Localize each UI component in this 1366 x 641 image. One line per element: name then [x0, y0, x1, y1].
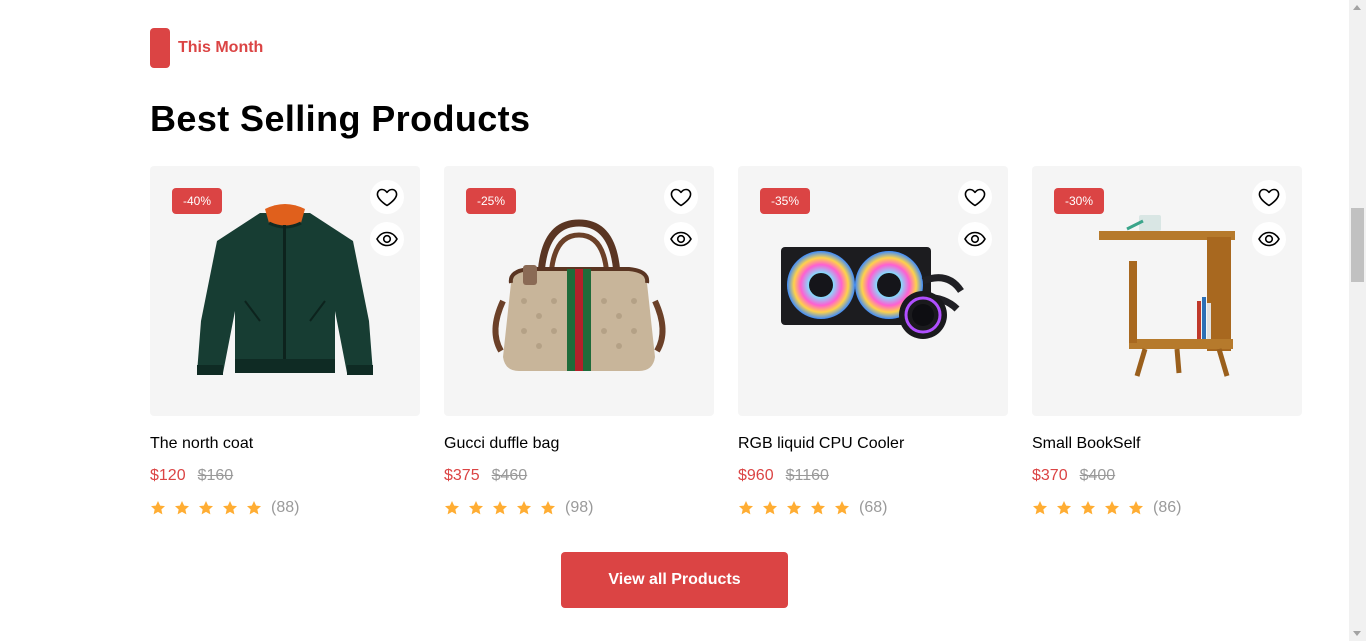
product-rating: (86)	[1032, 498, 1181, 518]
review-count: (68)	[859, 499, 888, 516]
section-tag-label: This Month	[178, 39, 264, 56]
product-media[interactable]: -40%	[150, 166, 420, 416]
star-icon	[1129, 501, 1143, 515]
star-icon	[493, 501, 507, 515]
star-icon	[469, 501, 483, 515]
star-icon	[223, 501, 237, 515]
view-all-products-button[interactable]: View all Products	[561, 552, 788, 608]
green-bomber-jacket-image	[197, 204, 373, 375]
product-price: $370	[1032, 467, 1068, 484]
best-selling-section: This Month Best Selling Products -40% Th…	[0, 0, 1349, 641]
cpu-cooler-image	[781, 247, 964, 339]
star-icon	[175, 501, 189, 515]
scroll-down-arrow-icon[interactable]	[1353, 631, 1361, 636]
star-icon	[541, 501, 555, 515]
duffle-bag-image	[492, 219, 666, 371]
product-name[interactable]: RGB liquid CPU Cooler	[738, 434, 904, 454]
product-rating: (98)	[444, 498, 593, 518]
star-icon	[787, 501, 801, 515]
star-icon	[1057, 501, 1071, 515]
section-tag-bar	[150, 28, 170, 68]
star-icon	[1033, 501, 1047, 515]
product-media[interactable]: -30%	[1032, 166, 1302, 416]
product-price: $375	[444, 467, 480, 484]
section-title: Best Selling Products	[150, 98, 531, 139]
product-name[interactable]: Small BookSelf	[1032, 434, 1141, 454]
star-icon	[835, 501, 849, 515]
scrollbar-thumb[interactable]	[1351, 208, 1364, 282]
vertical-scrollbar[interactable]	[1349, 0, 1366, 641]
product-rating: (68)	[738, 498, 887, 518]
product-old-price: $1160	[785, 467, 829, 484]
star-icon	[1105, 501, 1119, 515]
star-icon	[811, 501, 825, 515]
product-prices: $375 $460	[444, 466, 527, 486]
bookshelf-image	[1099, 215, 1235, 377]
star-icon	[247, 501, 261, 515]
product-media[interactable]: -25%	[444, 166, 714, 416]
scroll-up-arrow-icon[interactable]	[1353, 5, 1361, 10]
star-icon	[763, 501, 777, 515]
star-icon	[517, 501, 531, 515]
product-prices: $960 $1160	[738, 466, 829, 486]
product-card[interactable]: -30% Small BookSelf $370 $400 (86)	[1032, 166, 1302, 516]
review-count: (86)	[1153, 499, 1182, 516]
review-count: (88)	[271, 499, 300, 516]
product-card[interactable]: -25% Gucci duffle bag $375 $460 (98)	[444, 166, 714, 516]
star-icon	[151, 501, 165, 515]
product-price: $960	[738, 467, 774, 484]
star-icon	[1081, 501, 1095, 515]
star-icon	[739, 501, 753, 515]
product-rating: (88)	[150, 498, 299, 518]
product-card[interactable]: -40% The north coat $120 $160 (88)	[150, 166, 420, 516]
product-prices: $370 $400	[1032, 466, 1115, 486]
product-prices: $120 $160	[150, 466, 233, 486]
product-media[interactable]: -35%	[738, 166, 1008, 416]
product-old-price: $400	[1079, 467, 1116, 484]
review-count: (98)	[565, 499, 594, 516]
product-card[interactable]: -35% RGB liquid CPU Cooler $960 $1160 (6…	[738, 166, 1008, 516]
star-icon	[445, 501, 459, 515]
product-old-price: $460	[491, 467, 528, 484]
product-name[interactable]: Gucci duffle bag	[444, 434, 559, 454]
product-old-price: $160	[197, 467, 234, 484]
product-name[interactable]: The north coat	[150, 434, 253, 454]
product-price: $120	[150, 467, 186, 484]
star-icon	[199, 501, 213, 515]
